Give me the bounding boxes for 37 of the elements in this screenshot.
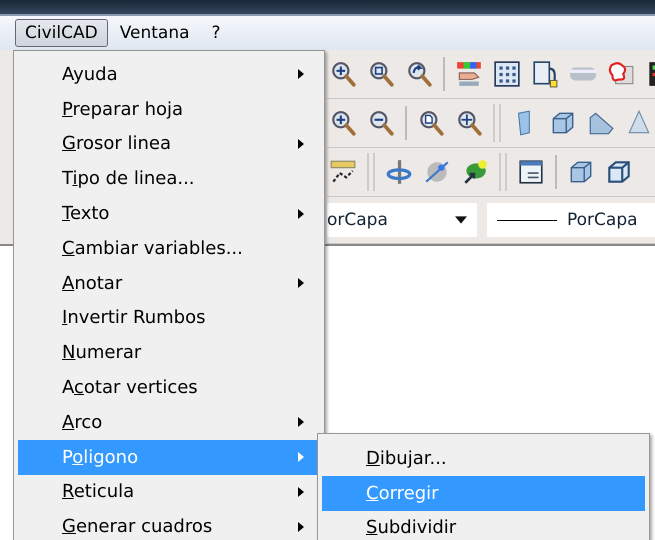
toolbar-grip[interactable] xyxy=(493,104,501,142)
menu-item[interactable]: Cambiar variables... xyxy=(18,230,320,266)
grid-icon[interactable] xyxy=(493,60,521,88)
color-hand-icon[interactable] xyxy=(455,60,483,88)
menu-item[interactable]: Ayuda xyxy=(18,57,320,92)
magnifier-minus-icon[interactable] xyxy=(367,109,395,137)
cube-outline-icon[interactable] xyxy=(605,158,633,186)
magnifier-back-icon[interactable] xyxy=(405,60,433,88)
orbit-icon[interactable] xyxy=(385,158,413,186)
toolbar-grip[interactable] xyxy=(367,153,375,191)
combo-box[interactable]: orCapa xyxy=(327,203,477,237)
menu-bar-item[interactable]: ? xyxy=(202,19,231,47)
magnifier-plus-icon[interactable] xyxy=(329,60,357,88)
magnifier-page-icon[interactable] xyxy=(417,109,445,137)
magnifier-window-icon[interactable] xyxy=(367,60,395,88)
menu-item[interactable]: Generar cuadros xyxy=(18,509,320,540)
window-icon[interactable] xyxy=(517,158,545,186)
menu-item[interactable]: Invertir Rumbos xyxy=(18,300,320,336)
menu-item[interactable]: Reticula xyxy=(18,474,320,510)
menu-item[interactable]: Anotar xyxy=(18,266,320,301)
menu-item[interactable]: Dibujar... xyxy=(322,441,645,476)
menu-item[interactable]: Numerar xyxy=(18,335,320,370)
toolbar-grip[interactable] xyxy=(499,153,507,191)
document-arrow-icon[interactable] xyxy=(531,60,559,88)
menu-item[interactable]: Tipo de linea... xyxy=(18,161,320,196)
menu-item[interactable]: Subdividir xyxy=(322,510,645,540)
menu-bar-item[interactable]: CivilCAD xyxy=(15,19,108,47)
menu-item[interactable]: Preparar hoja xyxy=(18,92,320,127)
menu-item[interactable]: Grosor linea xyxy=(18,126,320,162)
magnifier-move-icon[interactable] xyxy=(455,109,483,137)
menu-bar-item[interactable]: Ventana xyxy=(110,19,200,47)
combo-box[interactable]: PorCapa xyxy=(487,203,655,237)
magnifier-plus-icon[interactable] xyxy=(329,109,357,137)
menu-item[interactable]: Arco xyxy=(18,404,320,440)
menu-item[interactable]: Texto xyxy=(18,196,320,231)
caret-icon xyxy=(455,216,467,224)
menu-item[interactable]: Acotar vertices xyxy=(18,370,320,405)
